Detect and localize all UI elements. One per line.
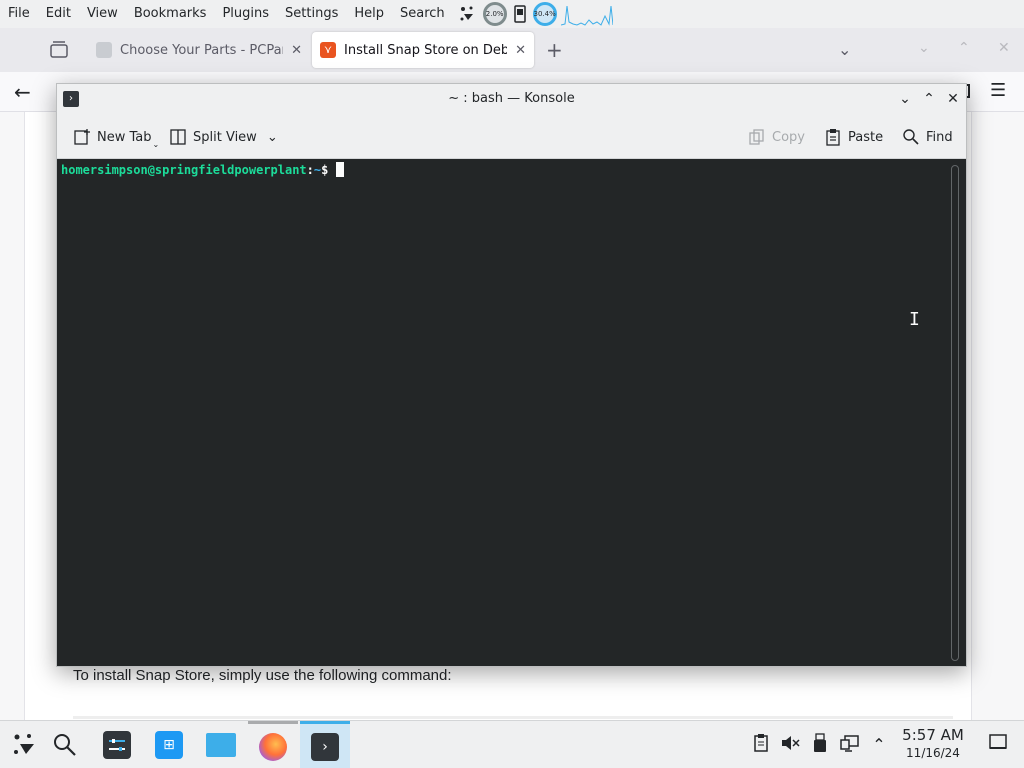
taskbar-firefox[interactable]	[248, 721, 298, 768]
paste-icon	[826, 129, 840, 146]
search-button[interactable]	[40, 721, 90, 768]
browser-tab-strip: Choose Your Parts - PCPart ✕ ⋎ Install S…	[0, 28, 1024, 72]
menu-settings[interactable]: Settings	[277, 0, 346, 28]
folder-icon	[206, 733, 236, 757]
minimize-icon[interactable]: ⌄	[918, 40, 930, 56]
window-title: ~ : bash — Konsole	[448, 91, 575, 106]
digital-clock[interactable]: 5:57 AM 11/16/24	[898, 725, 968, 761]
copy-label: Copy	[772, 129, 805, 145]
new-tab-icon	[74, 129, 90, 145]
prompt-dollar: $	[321, 163, 329, 177]
article-paragraph: To install Snap Store, simply use the fo…	[73, 667, 452, 684]
paste-button[interactable]: Paste	[824, 124, 883, 150]
clock-time: 5:57 AM	[902, 726, 964, 744]
konsole-window: › ~ : bash — Konsole ⌄ ⌃ ✕ New Tab ⌄ Spl…	[56, 83, 967, 667]
list-all-tabs-chevron-icon[interactable]: ⌄	[838, 40, 851, 59]
discover-store-icon: ⊞	[155, 731, 183, 759]
firefox-icon	[259, 732, 287, 761]
taskbar-file-manager[interactable]	[196, 721, 246, 768]
new-tab-button[interactable]: New Tab ⌄	[73, 124, 159, 150]
browser-tab-snap-store[interactable]: ⋎ Install Snap Store on Debia ✕	[312, 32, 534, 68]
search-icon	[903, 129, 919, 145]
maximize-icon[interactable]: ⌃	[920, 90, 938, 108]
hamburger-menu-icon[interactable]: ☰	[990, 80, 1006, 101]
taskbar: ⊞ › ⌃ 5:57 AM 11/16/24	[0, 720, 1024, 768]
konsole-icon: ›	[311, 732, 339, 761]
cpu-gauge: 2.0%	[482, 2, 507, 26]
taskbar-system-settings[interactable]	[92, 721, 142, 768]
konsole-titlebar[interactable]: › ~ : bash — Konsole ⌄ ⌃ ✕	[57, 84, 966, 114]
split-view-icon	[170, 129, 186, 145]
find-label: Find	[926, 129, 953, 145]
pcpartpicker-favicon	[96, 42, 112, 58]
global-menu-bar: File Edit View Bookmarks Plugins Setting…	[0, 0, 1024, 28]
network-monitor-widget[interactable]: 30.4%	[532, 2, 557, 26]
prompt-separator: :	[306, 163, 314, 177]
network-gauge: 30.4%	[532, 2, 557, 26]
copy-button[interactable]: Copy	[748, 124, 805, 150]
mouse-ibeam-cursor-icon: I	[909, 309, 920, 330]
menu-bookmarks[interactable]: Bookmarks	[126, 0, 215, 28]
activity-sparkline	[560, 5, 613, 26]
usb-device-icon[interactable]	[810, 733, 830, 757]
kde-logo-icon[interactable]	[459, 5, 477, 23]
network-wired-icon[interactable]	[840, 733, 860, 757]
menu-plugins[interactable]: Plugins	[214, 0, 277, 28]
menu-view[interactable]: View	[79, 0, 126, 28]
search-icon	[54, 734, 76, 756]
chevron-down-icon[interactable]: ⌄	[267, 130, 278, 145]
kde-launcher-icon	[14, 734, 34, 754]
new-tab-label: New Tab	[97, 129, 152, 145]
close-tab-icon[interactable]: ✕	[291, 43, 302, 58]
menu-file[interactable]: File	[0, 0, 38, 28]
menu-search[interactable]: Search	[392, 0, 453, 28]
tab-list-icon[interactable]	[48, 40, 70, 60]
taskbar-discover[interactable]: ⊞	[144, 721, 194, 768]
menu-help[interactable]: Help	[346, 0, 392, 28]
memory-chip-icon[interactable]	[513, 5, 527, 23]
maximize-icon[interactable]: ⌃	[958, 40, 970, 56]
prompt-user-host: homersimpson@springfieldpowerplant	[61, 163, 307, 177]
system-settings-icon	[103, 731, 131, 759]
split-view-label: Split View	[193, 129, 257, 145]
browser-tab-title: Install Snap Store on Debia	[344, 42, 508, 58]
new-tab-plus-icon[interactable]: +	[546, 38, 563, 62]
browser-tab-title: Choose Your Parts - PCPart	[120, 42, 284, 58]
clock-date: 11/16/24	[906, 746, 960, 760]
clipboard-icon[interactable]	[751, 733, 771, 757]
browser-tab-pcpartpicker[interactable]: Choose Your Parts - PCPart ✕	[88, 32, 310, 68]
code-block-edge	[73, 716, 953, 719]
cpu-monitor-widget[interactable]: 2.0%	[482, 2, 507, 26]
volume-muted-icon[interactable]	[780, 733, 800, 757]
copy-icon	[749, 129, 764, 145]
terminal-view[interactable]: homersimpson@springfieldpowerplant:~$ I	[57, 159, 966, 666]
konsole-toolbar: New Tab ⌄ Split View ⌄ Copy Paste Find	[57, 114, 966, 159]
close-icon[interactable]: ✕	[944, 90, 962, 108]
taskbar-konsole[interactable]: ›	[300, 721, 350, 768]
text-cursor	[336, 162, 345, 177]
new-tab-dropdown-indicator-icon: ⌄	[152, 139, 160, 149]
chevron-up-icon[interactable]: ⌃	[869, 733, 889, 757]
close-tab-icon[interactable]: ✕	[515, 43, 526, 58]
show-desktop-icon[interactable]	[988, 733, 1008, 757]
back-arrow-icon[interactable]: ←	[14, 80, 31, 104]
find-button[interactable]: Find	[902, 124, 953, 150]
shell-prompt: homersimpson@springfieldpowerplant:~$	[61, 162, 345, 177]
close-window-icon[interactable]: ✕	[998, 40, 1010, 56]
split-view-button[interactable]: Split View ⌄	[169, 124, 278, 150]
paste-label: Paste	[848, 129, 884, 145]
menu-edit[interactable]: Edit	[38, 0, 79, 28]
terminal-scrollbar[interactable]	[951, 165, 959, 661]
minimize-icon[interactable]: ⌄	[896, 90, 914, 108]
ubuntu-favicon: ⋎	[320, 42, 336, 58]
